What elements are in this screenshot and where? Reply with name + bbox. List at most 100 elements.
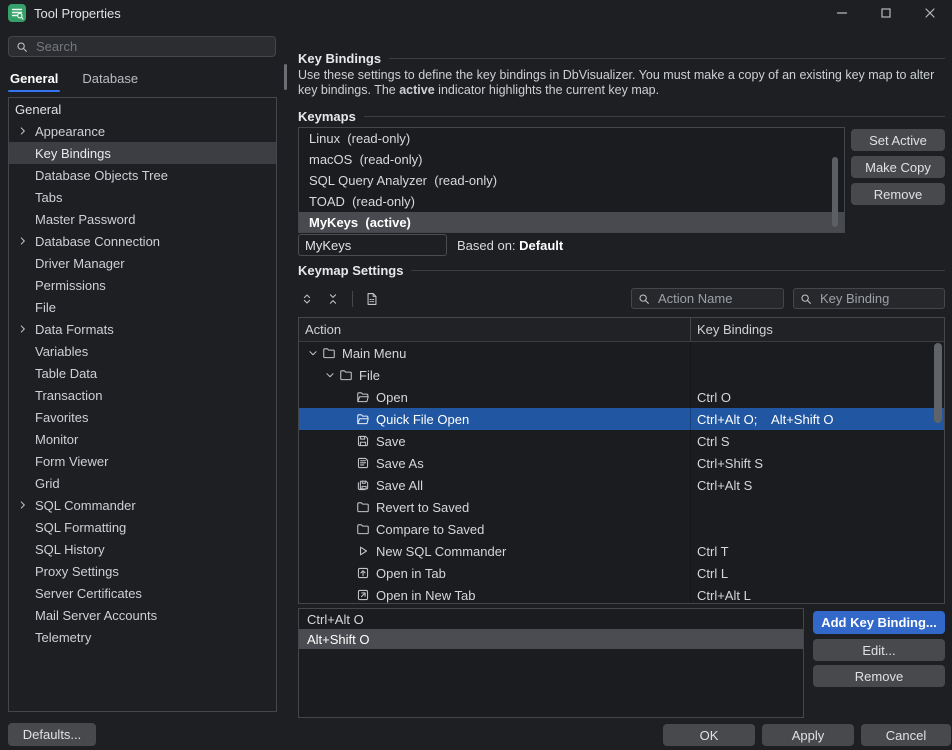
- action-row-open-in-new-tab[interactable]: Open in New TabCtrl+Alt L: [299, 584, 944, 604]
- action-row-quick-file-open[interactable]: Quick File OpenCtrl+Alt O; Alt+Shift O: [299, 408, 944, 430]
- action-row-save-all[interactable]: Save AllCtrl+Alt S: [299, 474, 944, 496]
- keymap-item-mykeys[interactable]: MyKeys (active): [299, 212, 844, 233]
- keymap-name-input[interactable]: [299, 238, 446, 253]
- action-name-filter-input[interactable]: [656, 290, 778, 307]
- close-button[interactable]: [908, 0, 952, 26]
- make-copy-button[interactable]: Make Copy: [851, 156, 945, 178]
- sidebar-scrollbar-thumb[interactable]: [284, 64, 287, 90]
- sidebar-item-database-objects-tree[interactable]: Database Objects Tree: [9, 164, 276, 186]
- chevron-right-icon[interactable]: [15, 234, 31, 248]
- sidebar-item-mail-server-accounts[interactable]: Mail Server Accounts: [9, 604, 276, 626]
- action-row-main-menu[interactable]: Main Menu: [299, 342, 944, 364]
- key-binding-value: Ctrl O: [691, 386, 944, 408]
- action-row-open-in-tab[interactable]: Open in TabCtrl L: [299, 562, 944, 584]
- sidebar-item-file[interactable]: File: [9, 296, 276, 318]
- column-header-key-bindings[interactable]: Key Bindings: [691, 318, 944, 341]
- sidebar-item-server-certificates[interactable]: Server Certificates: [9, 582, 276, 604]
- sidebar-item-table-data[interactable]: Table Data: [9, 362, 276, 384]
- action-row-new-sql-commander[interactable]: New SQL CommanderCtrl T: [299, 540, 944, 562]
- sidebar-item-sql-commander[interactable]: SQL Commander: [9, 494, 276, 516]
- based-on-label: Based on: Default: [457, 238, 563, 253]
- folder-icon: [355, 500, 371, 514]
- table-header: Action Key Bindings: [299, 318, 944, 342]
- open-in-tab-icon: [355, 566, 371, 580]
- chevron-right-icon[interactable]: [15, 498, 31, 512]
- search-box[interactable]: [8, 36, 276, 57]
- key-binding-value: [691, 364, 944, 386]
- folder-open-icon: [355, 412, 371, 426]
- keymaps-list: Linux (read-only)macOS (read-only)SQL Qu…: [298, 127, 845, 233]
- folder-icon: [355, 522, 371, 536]
- action-row-compare-to-saved[interactable]: Compare to Saved: [299, 518, 944, 540]
- binding-item-alt-shift-o[interactable]: Alt+Shift O: [299, 629, 803, 649]
- sidebar-item-label: Transaction: [35, 388, 102, 403]
- action-row-save-as[interactable]: Save AsCtrl+Shift S: [299, 452, 944, 474]
- sidebar-item-driver-manager[interactable]: Driver Manager: [9, 252, 276, 274]
- sidebar-item-proxy-settings[interactable]: Proxy Settings: [9, 560, 276, 582]
- defaults-button[interactable]: Defaults...: [8, 723, 96, 746]
- keymap-item-linux[interactable]: Linux (read-only): [299, 128, 844, 149]
- cancel-button[interactable]: Cancel: [861, 724, 951, 746]
- sidebar-item-tabs[interactable]: Tabs: [9, 186, 276, 208]
- keymap-item-toad[interactable]: TOAD (read-only): [299, 191, 844, 212]
- search-input[interactable]: [34, 38, 269, 55]
- search-icon: [637, 292, 651, 306]
- sidebar-item-appearance[interactable]: Appearance: [9, 120, 276, 142]
- chevron-right-icon[interactable]: [15, 322, 31, 336]
- collapse-all-icon[interactable]: [324, 290, 342, 308]
- tab-general[interactable]: General: [8, 64, 60, 92]
- sidebar-item-telemetry[interactable]: Telemetry: [9, 626, 276, 648]
- ok-button[interactable]: OK: [663, 724, 755, 746]
- tab-database[interactable]: Database: [80, 64, 140, 92]
- column-header-action[interactable]: Action: [299, 318, 691, 341]
- sidebar-item-form-viewer[interactable]: Form Viewer: [9, 450, 276, 472]
- edit-key-binding-button[interactable]: Edit...: [813, 639, 945, 661]
- keymap-remove-button[interactable]: Remove: [851, 183, 945, 205]
- action-row-file[interactable]: File: [299, 364, 944, 386]
- sidebar-item-label: Mail Server Accounts: [35, 608, 157, 623]
- action-row-open[interactable]: OpenCtrl O: [299, 386, 944, 408]
- action-label: Main Menu: [342, 346, 406, 361]
- sidebar-item-sql-history[interactable]: SQL History: [9, 538, 276, 560]
- keymaps-scrollbar-thumb[interactable]: [832, 157, 838, 227]
- action-row-revert-to-saved[interactable]: Revert to Saved: [299, 496, 944, 518]
- table-scrollbar-thumb[interactable]: [934, 343, 942, 423]
- expand-all-icon[interactable]: [298, 290, 316, 308]
- minimize-button[interactable]: [820, 0, 864, 26]
- chevron-right-icon[interactable]: [15, 124, 31, 138]
- section-title-keymap-settings: Keymap Settings: [298, 263, 945, 278]
- add-key-binding-button[interactable]: Add Key Binding...: [813, 611, 945, 634]
- sidebar-item-favorites[interactable]: Favorites: [9, 406, 276, 428]
- folder-icon: [338, 368, 354, 382]
- maximize-button[interactable]: [864, 0, 908, 26]
- sidebar-item-master-password[interactable]: Master Password: [9, 208, 276, 230]
- sidebar-item-permissions[interactable]: Permissions: [9, 274, 276, 296]
- action-name-filter[interactable]: [631, 288, 784, 309]
- sidebar-item-key-bindings[interactable]: Key Bindings: [9, 142, 276, 164]
- apply-button[interactable]: Apply: [762, 724, 854, 746]
- sidebar-item-sql-formatting[interactable]: SQL Formatting: [9, 516, 276, 538]
- keymap-item-macos[interactable]: macOS (read-only): [299, 149, 844, 170]
- keymap-name-field[interactable]: [298, 234, 447, 256]
- sidebar-item-database-connection[interactable]: Database Connection: [9, 230, 276, 252]
- keymap-item-sql-query-analyzer[interactable]: SQL Query Analyzer (read-only): [299, 170, 844, 191]
- key-binding-filter-input[interactable]: [818, 290, 939, 307]
- action-label: New SQL Commander: [376, 544, 506, 559]
- sidebar-item-label: Table Data: [35, 366, 97, 381]
- remove-key-binding-button[interactable]: Remove: [813, 665, 945, 687]
- sidebar-item-transaction[interactable]: Transaction: [9, 384, 276, 406]
- sidebar-item-grid[interactable]: Grid: [9, 472, 276, 494]
- sidebar-item-monitor[interactable]: Monitor: [9, 428, 276, 450]
- sidebar-item-label: Favorites: [35, 410, 88, 425]
- sidebar-item-data-formats[interactable]: Data Formats: [9, 318, 276, 340]
- chevron-down-icon[interactable]: [322, 368, 337, 382]
- chevron-down-icon[interactable]: [305, 346, 320, 360]
- sidebar-item-label: SQL Commander: [35, 498, 136, 513]
- key-binding-value: Ctrl+Shift S: [691, 452, 944, 474]
- key-binding-filter[interactable]: [793, 288, 945, 309]
- action-row-save[interactable]: SaveCtrl S: [299, 430, 944, 452]
- binding-item-ctrl-alt-o[interactable]: Ctrl+Alt O: [299, 609, 803, 629]
- sidebar-item-variables[interactable]: Variables: [9, 340, 276, 362]
- set-active-button[interactable]: Set Active: [851, 129, 945, 151]
- report-icon[interactable]: [363, 290, 381, 308]
